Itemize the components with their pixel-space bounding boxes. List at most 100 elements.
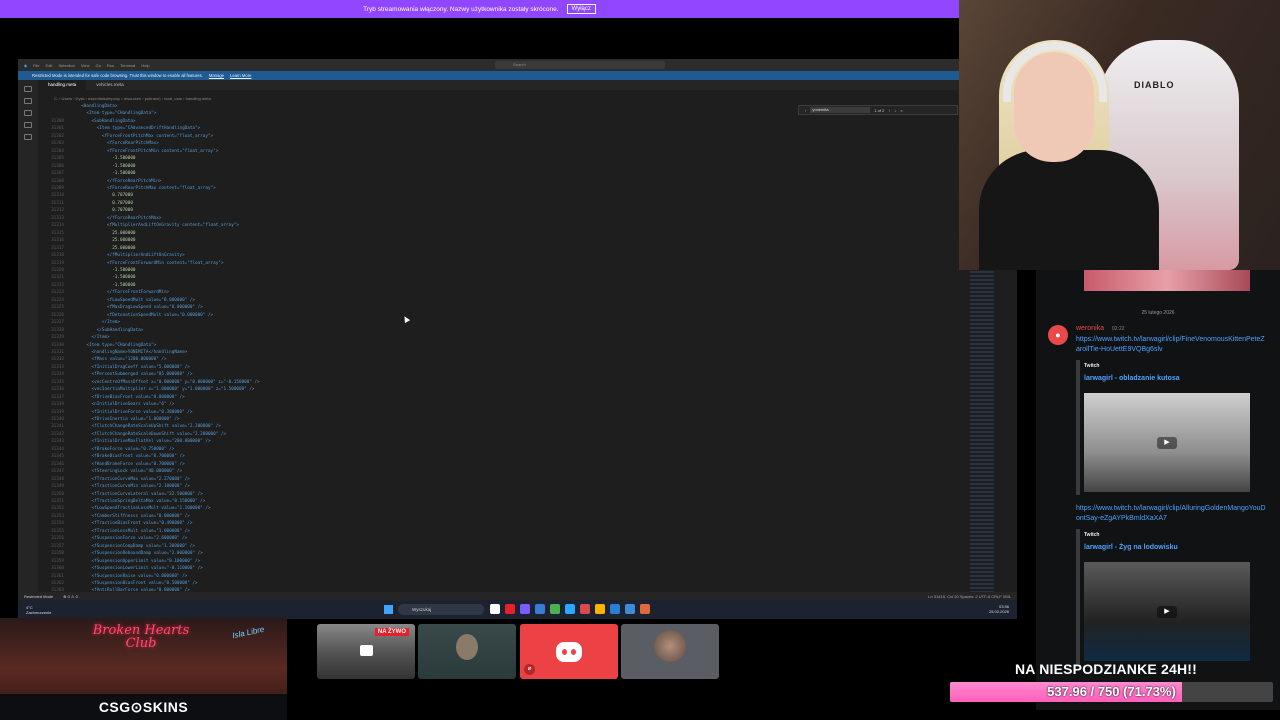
- menu-edit[interactable]: Edit: [46, 63, 53, 68]
- code-line[interactable]: 31302 <fForceFrontPitchMax content="floa…: [38, 133, 958, 140]
- code-line[interactable]: 31316 25.000000: [38, 237, 958, 244]
- menu-file[interactable]: File: [33, 63, 39, 68]
- code-line[interactable]: 31317 25.000000: [38, 245, 958, 252]
- code-line[interactable]: 31300 <SubHandlingData>: [38, 118, 958, 125]
- arrow-up-icon[interactable]: ↑: [888, 108, 890, 113]
- code-line[interactable]: 31319 <fForceFrontForwardMin content="fl…: [38, 260, 958, 267]
- code-line[interactable]: 31351 <fTractionSpringDeltaMax value="0.…: [38, 498, 958, 505]
- code-line[interactable]: 31333 <fInitialDragCoeff value="5.000000…: [38, 364, 958, 371]
- code-line[interactable]: 31303 <fForceRearPitchMax>: [38, 140, 958, 147]
- extensions-icon[interactable]: [24, 134, 32, 140]
- weather-widget[interactable]: 4°C Zachmurzenie: [26, 605, 66, 615]
- code-line[interactable]: 31349 <fTractionCurveMin value="2.100000…: [38, 483, 958, 490]
- tab-handling-meta[interactable]: handling.meta: [38, 80, 87, 90]
- taskbar-app-icon[interactable]: [580, 604, 590, 614]
- play-icon[interactable]: ▶: [1157, 436, 1177, 449]
- code-line[interactable]: 31355 <fTractionLossMult value="1.000000…: [38, 528, 958, 535]
- discord-avatar-icon[interactable]: ●: [1048, 325, 1068, 345]
- menu-view[interactable]: View: [81, 63, 90, 68]
- code-line[interactable]: 31339 <fInitialDriveForce value="0.38000…: [38, 409, 958, 416]
- code-line[interactable]: 31342 <fClutchChangeRateScaleDownShift v…: [38, 431, 958, 438]
- discord-tile-stream[interactable]: NA ŻYWO: [317, 624, 415, 679]
- code-line[interactable]: 31353 <fCamberStiffnesss value="0.000000…: [38, 513, 958, 520]
- code-line[interactable]: 31341 <fClutchChangeRateScaleUpShift val…: [38, 423, 958, 430]
- restricted-manage-link[interactable]: Manage: [209, 73, 224, 78]
- menu-go[interactable]: Go: [96, 63, 101, 68]
- code-line[interactable]: 31338 <nInitialDriveGears value="6" />: [38, 401, 958, 408]
- run-debug-icon[interactable]: [24, 122, 32, 128]
- taskbar-app-icon[interactable]: [505, 604, 515, 614]
- arrow-down-icon[interactable]: ↓: [894, 108, 896, 113]
- discord-tile-user-2[interactable]: [418, 624, 516, 679]
- chevron-right-icon[interactable]: ›: [805, 108, 806, 113]
- embed-title-2[interactable]: larwagirl - Żyg na lodowisku: [1084, 544, 1178, 551]
- taskbar-app-icon[interactable]: [565, 604, 575, 614]
- code-line[interactable]: 31362 <fSuspensionBiasFront value="0.500…: [38, 580, 958, 587]
- code-line[interactable]: 31337 <fDriveBiasFront value="0.000000" …: [38, 394, 958, 401]
- code-line[interactable]: 31323 </fForceFrontForwardMin>: [38, 289, 958, 296]
- code-line[interactable]: 31360 <fSuspensionLowerLimit value="-0.1…: [38, 565, 958, 572]
- taskbar-app-icon[interactable]: [640, 604, 650, 614]
- code-line[interactable]: 31361 <fSuspensionRaise value="0.000000"…: [38, 573, 958, 580]
- code-line[interactable]: 31350 <fTractionCurveLateral value="22.5…: [38, 491, 958, 498]
- code-line[interactable]: 31359 <fSuspensionUpperLimit value="0.10…: [38, 558, 958, 565]
- code-line[interactable]: 31336 <vecInertiaMultiplier x="1.000000"…: [38, 386, 958, 393]
- clip-link-1[interactable]: https://www.twitch.tv/larwagirl/clip/Fin…: [1076, 335, 1266, 355]
- status-problems[interactable]: ⊗ 0 ⚠ 0: [63, 594, 78, 599]
- code-line[interactable]: 31305 -1.500000: [38, 155, 958, 162]
- code-line[interactable]: 31358 <fSuspensionReboundDamp value="2.0…: [38, 550, 958, 557]
- restricted-learn-link[interactable]: Learn More: [230, 73, 251, 78]
- code-line[interactable]: 31324 <fLowSpeedMult value="0.000000" />: [38, 297, 958, 304]
- menu-run[interactable]: Run: [107, 63, 114, 68]
- taskbar-app-icon[interactable]: [595, 604, 605, 614]
- code-line[interactable]: 31315 25.000000: [38, 230, 958, 237]
- code-line[interactable]: 31310 0.707000: [38, 192, 958, 199]
- previous-clip-thumbnail[interactable]: [1084, 270, 1250, 291]
- code-line[interactable]: 31309 <fForceRearPitchMax content="float…: [38, 185, 958, 192]
- code-line[interactable]: 31328 </SubHandlingData>: [38, 327, 958, 334]
- taskbar-app-icon[interactable]: [490, 604, 500, 614]
- tab-vehicles-meta[interactable]: vehicles.meta: [86, 80, 134, 90]
- system-clock[interactable]: 03:56 25.02.2026: [989, 604, 1009, 614]
- code-line[interactable]: 31357 <fSuspensionCompDamp value="1.3000…: [38, 543, 958, 550]
- code-line[interactable]: 31340 <fDriveInertia value="1.000000" />: [38, 416, 958, 423]
- code-line[interactable]: 31352 <fLowSpeedTractionLossMult value="…: [38, 505, 958, 512]
- play-icon[interactable]: ▶: [1157, 605, 1177, 618]
- code-line[interactable]: 31311 0.707000: [38, 200, 958, 207]
- code-line[interactable]: 31308 </fForceRearPitchMin>: [38, 178, 958, 185]
- code-line[interactable]: 31304 <fForceFrontPitchMin content="floa…: [38, 148, 958, 155]
- search-icon[interactable]: [24, 98, 32, 104]
- find-input[interactable]: yonemita: [810, 107, 871, 113]
- taskbar-app-icon[interactable]: [625, 604, 635, 614]
- taskbar-app-icon[interactable]: [535, 604, 545, 614]
- code-line[interactable]: 31306 -1.500000: [38, 163, 958, 170]
- clip-link-2[interactable]: https://www.twitch.tv/larwagirl/clip/All…: [1076, 504, 1266, 524]
- code-line[interactable]: 31307 -1.500000: [38, 170, 958, 177]
- taskbar-search-input[interactable]: Wyszukaj: [398, 604, 484, 615]
- code-line[interactable]: 31354 <fTractionBiasFront value="0.49000…: [38, 520, 958, 527]
- status-restricted[interactable]: Restricted Mode: [24, 594, 53, 599]
- clip-thumbnail-2[interactable]: ▶: [1084, 562, 1250, 661]
- status-cursor-info[interactable]: Ln 31415, Col 20 Spaces: 2 UTF-8 CRLF XM…: [928, 594, 1017, 599]
- message-author[interactable]: weronika: [1076, 325, 1104, 332]
- code-line[interactable]: 31356 <fSuspensionForce value="2.600000"…: [38, 535, 958, 542]
- code-line[interactable]: 31343 <fInitialDriveMaxFlatVel value="20…: [38, 438, 958, 445]
- code-line[interactable]: 31312 0.707000: [38, 207, 958, 214]
- breadcrumb[interactable]: C: › Users › Dysk › essentialsdmpony › r…: [54, 96, 211, 101]
- code-line[interactable]: 31332 <fMass value="1200.000000" />: [38, 356, 958, 363]
- clip-thumbnail-1[interactable]: ▶: [1084, 393, 1250, 492]
- windows-start-icon[interactable]: [384, 605, 393, 614]
- code-line[interactable]: 31322 -1.500000: [38, 282, 958, 289]
- code-line[interactable]: 31334 <fPercentSubmerged value="85.00000…: [38, 371, 958, 378]
- command-search-input[interactable]: Search: [495, 61, 665, 69]
- code-line[interactable]: 31321 -1.500000: [38, 274, 958, 281]
- code-line[interactable]: 31314 <fMultiplierAndLiftOnGravity conte…: [38, 222, 958, 229]
- code-line[interactable]: 31331 <handlingName>YONEMITA</handlingNa…: [38, 349, 958, 356]
- code-line[interactable]: 31330 <Item type="CHandlingData">: [38, 342, 958, 349]
- disable-streamer-mode-button[interactable]: Wyłącz: [566, 4, 596, 14]
- code-line[interactable]: 31301 <Item type="CAdvancedDriftHandling…: [38, 125, 958, 132]
- code-line[interactable]: 31345 <fBrakeBiasFront value="0.700000" …: [38, 453, 958, 460]
- code-line[interactable]: 31335 <vecCentreOfMassOffset x="0.000000…: [38, 379, 958, 386]
- taskbar-app-icon[interactable]: [610, 604, 620, 614]
- code-line[interactable]: 31348 <fTractionCurveMax value="2.270000…: [38, 476, 958, 483]
